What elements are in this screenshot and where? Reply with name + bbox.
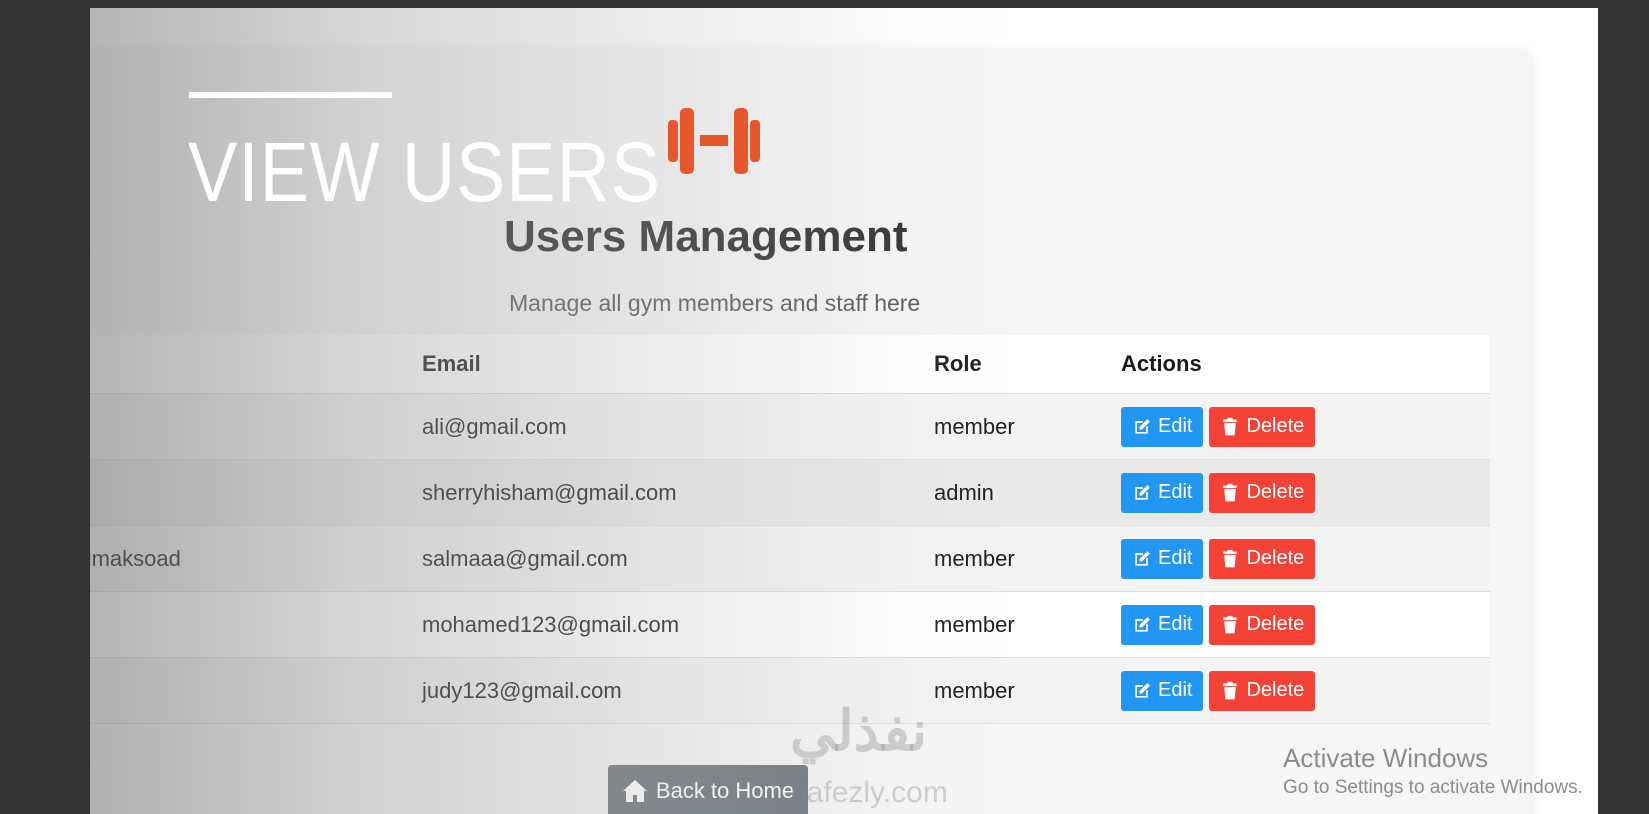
users-table: Email Role Actions ali@gmail.com member …: [90, 335, 1490, 724]
row-actions: Edit Delete: [1121, 393, 1490, 460]
back-to-home-button[interactable]: Back to Home: [608, 765, 808, 814]
delete-button[interactable]: Delete: [1209, 538, 1316, 579]
delete-label: Delete: [1246, 481, 1305, 503]
table-row: ali@gmail.com member Edit Delete: [90, 393, 1490, 460]
back-to-home-label: Back to Home: [655, 778, 795, 803]
edit-button[interactable]: Edit: [1121, 604, 1204, 645]
edit-icon: [1135, 484, 1150, 500]
edit-button[interactable]: Edit: [1121, 472, 1204, 513]
hero-divider: [189, 92, 392, 98]
edit-icon: [1135, 616, 1150, 632]
row-actions: Edit Delete: [1121, 591, 1490, 658]
trash-icon: [1223, 615, 1238, 633]
column-header-role: Role: [934, 335, 1121, 394]
watermark-logo: نفذلي: [790, 699, 928, 762]
home-icon: [622, 780, 647, 802]
row-actions: Edit Delete: [1121, 459, 1490, 526]
edit-icon: [1135, 682, 1150, 698]
delete-label: Delete: [1246, 679, 1305, 701]
page-frame: Email Role Actions ali@gmail.com member …: [90, 8, 1598, 814]
user-email: ali@gmail.com: [422, 393, 934, 460]
column-header-actions: Actions: [1121, 335, 1490, 394]
delete-label: Delete: [1246, 547, 1305, 569]
user-name: odelmaksoad: [90, 545, 181, 571]
edit-label: Edit: [1158, 415, 1193, 437]
edit-label: Edit: [1158, 547, 1193, 569]
delete-label: Delete: [1246, 415, 1305, 437]
trash-icon: [1223, 483, 1238, 501]
edit-icon: [1135, 418, 1150, 434]
edit-label: Edit: [1158, 613, 1193, 635]
table-row: sherryhisham@gmail.com admin Edit Delete: [90, 459, 1490, 526]
edit-button[interactable]: Edit: [1121, 670, 1204, 711]
watermark-url: nafezly.com: [790, 776, 948, 809]
edit-button[interactable]: Edit: [1121, 538, 1204, 579]
edit-label: Edit: [1158, 481, 1193, 503]
user-email: salmaaa@gmail.com: [422, 525, 934, 592]
edit-button[interactable]: Edit: [1121, 406, 1204, 447]
column-header-name: [90, 335, 422, 394]
user-role: member: [934, 525, 1121, 592]
table-row: odelmaksoad salmaaa@gmail.com member Edi…: [90, 525, 1490, 592]
delete-button[interactable]: Delete: [1209, 472, 1316, 513]
trash-icon: [1223, 417, 1238, 435]
activate-windows-subtitle: Go to Settings to activate Windows.: [1283, 777, 1583, 798]
user-email: mohamed123@gmail.com: [422, 591, 934, 658]
delete-label: Delete: [1246, 613, 1305, 635]
activate-windows-title: Activate Windows: [1283, 743, 1489, 773]
row-actions: Edit Delete: [1121, 657, 1490, 724]
page-title: Users Management: [504, 212, 908, 261]
user-email: sherryhisham@gmail.com: [422, 459, 934, 526]
user-role: member: [934, 591, 1121, 658]
edit-icon: [1135, 550, 1150, 566]
table-row: ed mohamed123@gmail.com member Edit Dele…: [90, 591, 1490, 658]
page-subtitle: Manage all gym members and staff here: [509, 290, 921, 316]
column-header-email: Email: [422, 335, 934, 394]
user-role: member: [934, 393, 1121, 460]
edit-label: Edit: [1158, 679, 1193, 701]
dumbbell-icon: [668, 108, 760, 174]
table-header-row: Email Role Actions: [90, 335, 1490, 394]
activate-windows-notice: Activate Windows Go to Settings to activ…: [1283, 742, 1583, 802]
trash-icon: [1223, 549, 1238, 567]
delete-button[interactable]: Delete: [1209, 670, 1316, 711]
delete-button[interactable]: Delete: [1209, 604, 1316, 645]
delete-button[interactable]: Delete: [1209, 406, 1316, 447]
row-actions: Edit Delete: [1121, 525, 1490, 592]
user-role: member: [934, 657, 1121, 724]
hero-title: VIEW USERS: [188, 125, 661, 219]
user-role: admin: [934, 459, 1121, 526]
trash-icon: [1223, 681, 1238, 699]
